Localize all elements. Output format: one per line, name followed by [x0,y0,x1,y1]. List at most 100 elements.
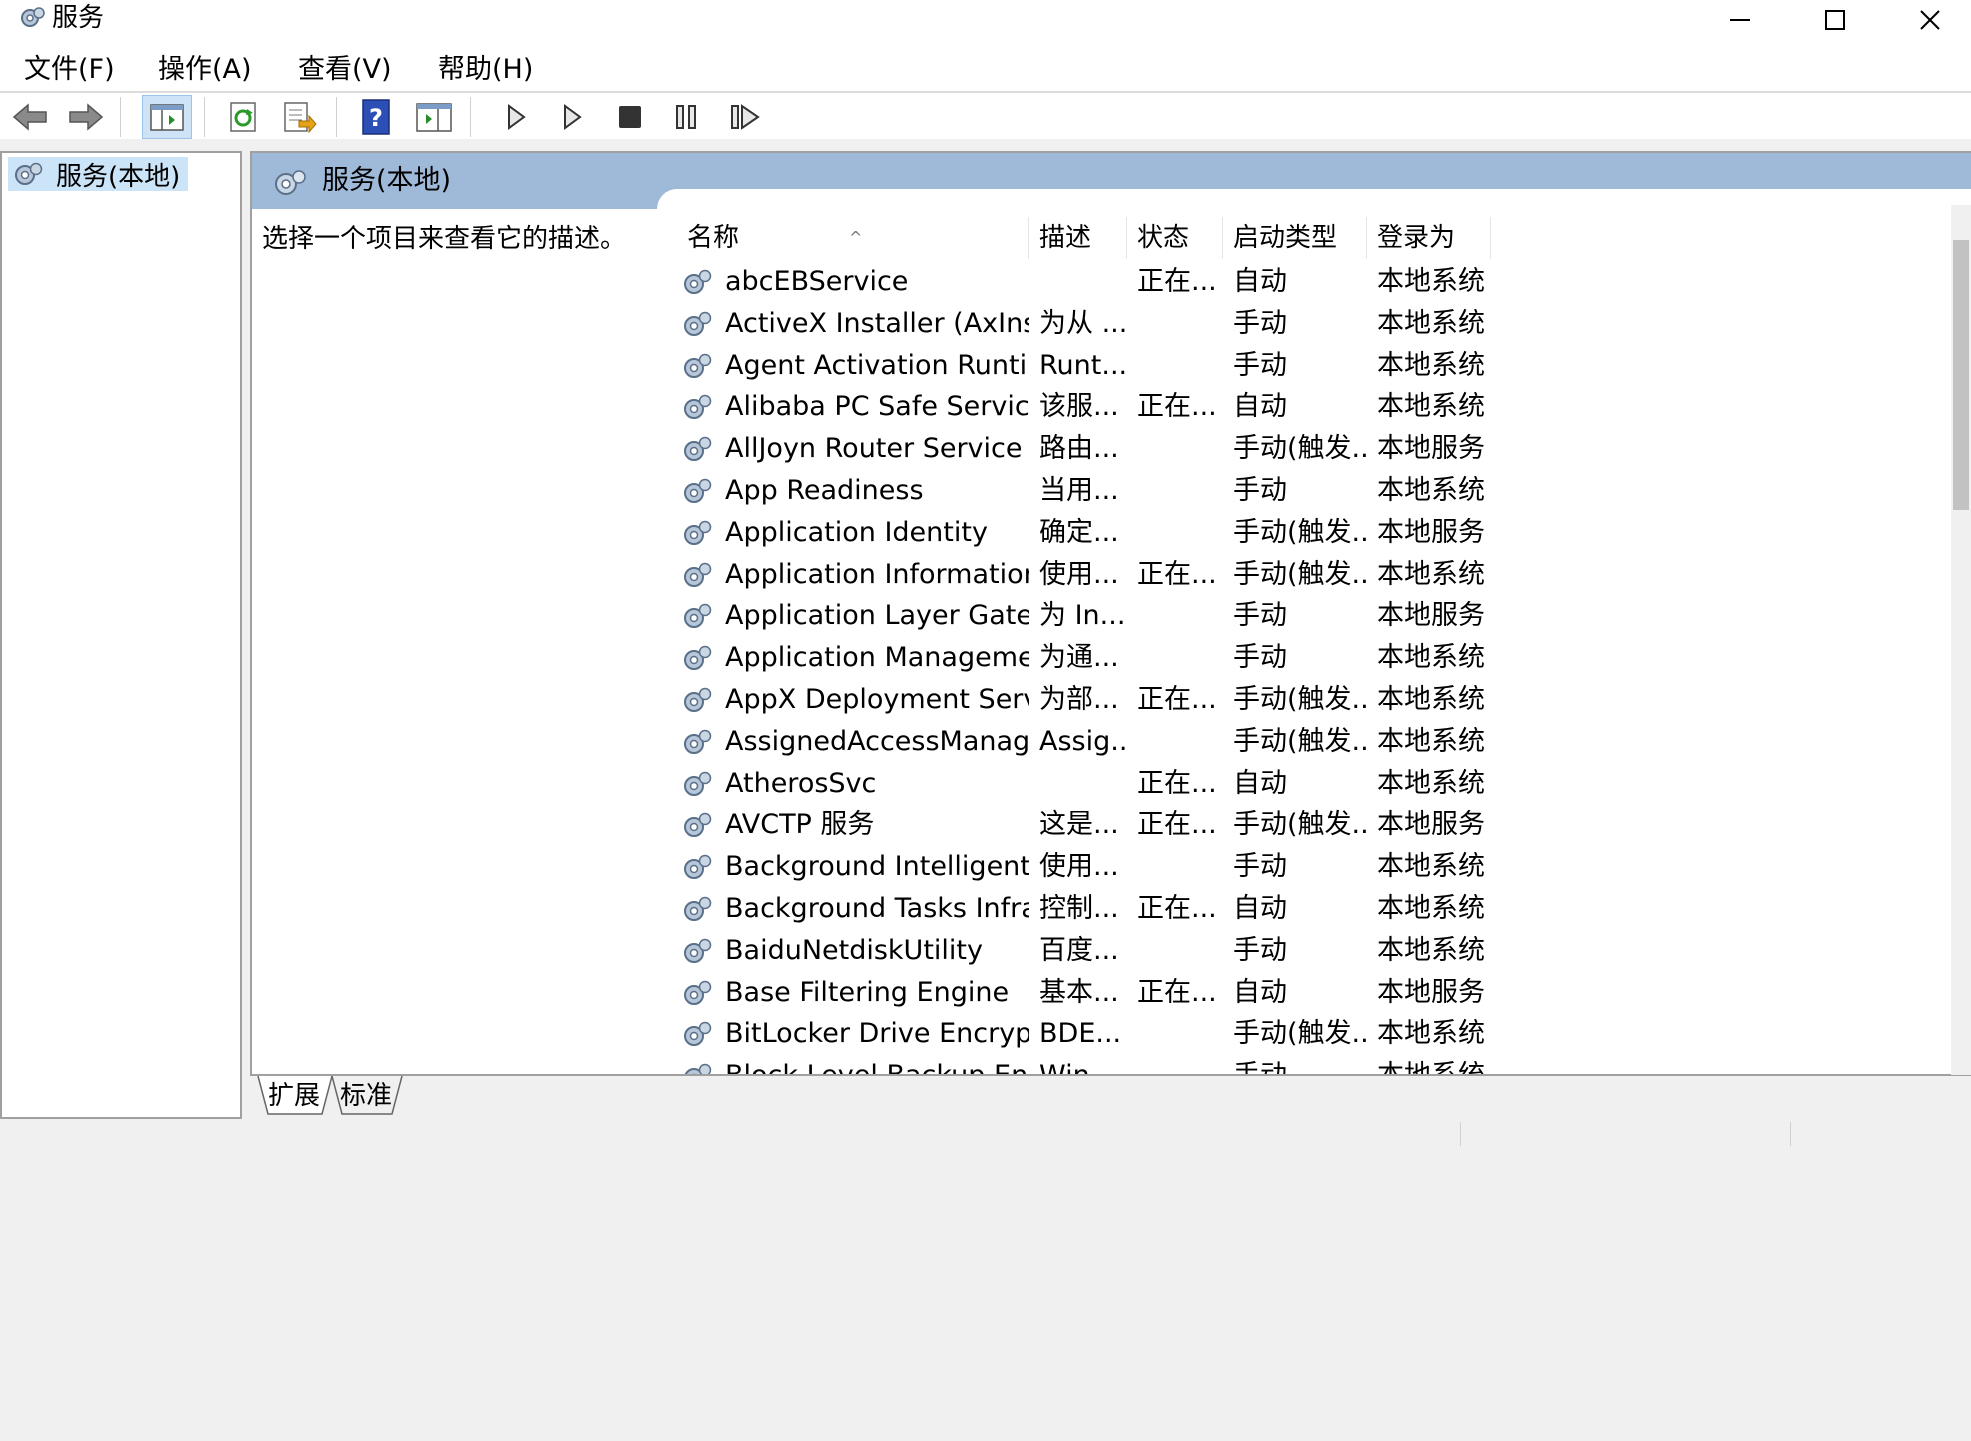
cell-description: 为通... [1039,642,1119,674]
tab-standard[interactable]: 标准 [340,1076,392,1116]
scrollbar-thumb[interactable] [1953,240,1969,510]
tab-extended[interactable]: 扩展 [268,1076,320,1116]
cell-name: BitLocker Drive Encryption ... [725,1018,1029,1050]
table-row[interactable]: App Readiness 当用... 手动 本地系统 [677,470,1967,512]
cell-log-on-as: 本地系统 [1377,767,1485,799]
table-row[interactable]: ActiveX Installer (AxInstSV) 为从 ... 手动 本地系统 [677,303,1967,345]
refresh-icon [230,102,256,132]
cell-log-on-as: 本地服务 [1377,433,1485,465]
menu-help[interactable]: 帮助(H) [438,54,533,86]
cell-log-on-as: 本地系统 [1377,391,1485,423]
table-row[interactable]: Application Layer Gateway ... 为 In... 手动 本地… [677,595,1967,637]
cell-status: 正在... [1137,893,1217,924]
pane-header-notch [657,189,1971,211]
menu-file[interactable]: 文件(F) [24,54,115,86]
cell-startup-type: 自动 [1233,976,1287,1008]
cell-startup-type: 手动 [1233,851,1287,883]
minimize-button[interactable] [1700,0,1780,40]
cell-log-on-as: 本地服务 [1377,809,1485,841]
properties-button[interactable] [414,97,454,137]
cell-startup-type: 手动 [1233,600,1287,632]
close-button[interactable] [1890,0,1970,40]
cell-name: abcEBService [725,266,909,297]
start-service-alt-button[interactable] [552,97,592,137]
stop-service-button[interactable] [610,97,650,137]
column-header-log-on-as[interactable]: 登录为 [1367,217,1491,259]
table-row[interactable]: Application Information 使用... 正在... 手动(触发..… [677,554,1967,596]
cell-log-on-as: 本地系统 [1377,893,1485,924]
column-header-label: 登录为 [1377,223,1456,253]
start-service-button[interactable] [496,97,536,137]
menu-view[interactable]: 查看(V) [298,54,392,86]
table-row[interactable]: BitLocker Drive Encryption ... BDE... 手动(触… [677,1013,1967,1055]
table-row[interactable]: Alibaba PC Safe Service 该服... 正在... 自动 本地系统 [677,386,1967,428]
column-header-label: 描述 [1039,223,1092,253]
column-header-label: 状态 [1137,223,1190,253]
forward-button[interactable] [66,97,106,137]
cell-log-on-as: 本地系统 [1377,725,1485,757]
table-row[interactable]: Background Tasks Infrastru... 控制... 正在... 自… [677,888,1967,930]
table-row[interactable]: AssignedAccessManager 服... Assig... 手动(触发.… [677,721,1967,763]
maximize-icon [1825,10,1845,30]
minimize-icon [1730,19,1750,21]
cell-log-on-as: 本地系统 [1377,307,1485,339]
window-title: 服务 [52,3,105,33]
pause-service-button[interactable] [666,97,706,137]
service-gear-icon [681,684,713,716]
properties-icon [416,103,452,132]
cell-log-on-as: 本地服务 [1377,516,1485,548]
table-row[interactable]: AtherosSvc 正在... 自动 本地系统 [677,763,1967,805]
cell-startup-type: 自动 [1233,767,1287,799]
services-gear-icon [15,162,43,185]
cell-name: AtherosSvc [725,767,877,799]
show-tree-button[interactable] [142,95,192,139]
pane-header-title: 服务(本地) [322,165,452,196]
maximize-button[interactable] [1795,0,1875,40]
column-header-description[interactable]: 描述 [1029,217,1127,259]
toolbar-divider [0,139,1971,151]
menu-action[interactable]: 操作(A) [158,54,252,86]
tree-node-services-local[interactable]: 服务(本地) [8,157,189,192]
resume-icon [731,104,760,130]
table-row[interactable]: BaiduNetdiskUtility 百度... 手动 本地系统 [677,930,1967,972]
table-row[interactable]: AVCTP 服务 这是... 正在... 手动(触发... 本地服务 [677,804,1967,846]
cell-description: Win... [1039,1060,1116,1076]
export-list-button[interactable] [280,97,320,137]
table-row[interactable]: Block Level Backup Engine ... Win... 手动 本地系… [677,1055,1967,1076]
service-gear-icon [681,517,713,549]
service-gear-icon [681,809,713,841]
description-text: 选择一个项目来查看它的描述。 [262,224,627,254]
column-header-startup-type[interactable]: 启动类型 [1223,217,1367,259]
table-row[interactable]: Application Identity 确定... 手动(触发... 本地服务 [677,512,1967,554]
column-header-label: 启动类型 [1233,223,1338,253]
vertical-scrollbar[interactable] [1951,205,1971,1075]
services-gear-icon [275,170,306,195]
refresh-button[interactable] [224,97,264,137]
cell-description: 百度... [1039,934,1119,966]
cell-name: Background Intelligent Tran... [725,851,1029,883]
cell-name: Application Layer Gateway ... [725,600,1029,632]
column-header-label: 名称 [687,223,740,253]
back-button[interactable] [10,97,50,137]
column-header-name[interactable]: 名称 ^ [677,217,1029,259]
cell-name: BaiduNetdiskUtility [725,934,983,966]
cell-status: 正在... [1137,684,1217,715]
cell-name: AppX Deployment Service (... [725,684,1029,715]
help-button[interactable]: ? [356,97,396,137]
view-tabs: 扩展 标准 [250,1076,1971,1119]
cell-log-on-as: 本地系统 [1377,1018,1485,1050]
cell-name: AVCTP 服务 [725,809,875,841]
table-row[interactable]: Agent Activation Runtime_... Runt... 手动 本地系… [677,345,1967,387]
service-gear-icon [681,308,713,340]
cell-log-on-as: 本地系统 [1377,642,1485,674]
table-row[interactable]: AllJoyn Router Service 路由... 手动(触发... 本地服务 [677,428,1967,470]
service-gear-icon [681,977,713,1009]
table-row[interactable]: AppX Deployment Service (... 为部... 正在... 手动… [677,679,1967,721]
table-row[interactable]: abcEBService 正在... 自动 本地系统 [677,261,1967,303]
resume-service-button[interactable] [726,97,766,137]
column-header-status[interactable]: 状态 [1127,217,1223,259]
table-row[interactable]: Base Filtering Engine 基本... 正在... 自动 本地服务 [677,972,1967,1014]
table-row[interactable]: Application Management 为通... 手动 本地系统 [677,637,1967,679]
table-row[interactable]: Background Intelligent Tran... 使用... 手动 本地系… [677,846,1967,888]
cell-log-on-as: 本地系统 [1377,934,1485,966]
